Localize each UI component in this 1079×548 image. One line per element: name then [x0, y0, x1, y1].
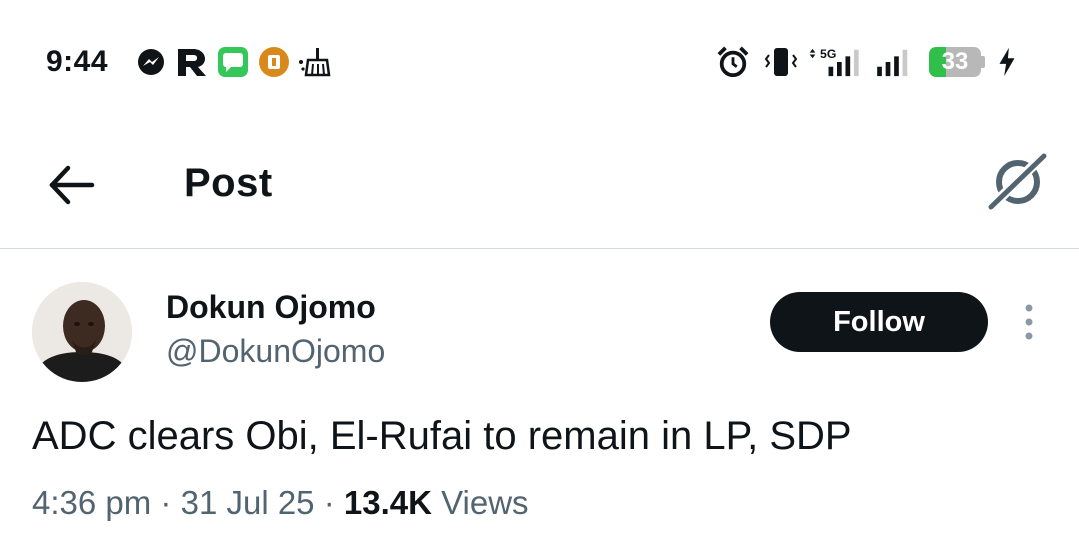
follow-button[interactable]: Follow — [770, 292, 988, 352]
status-time: 9:44 — [46, 45, 109, 78]
signal-icon — [877, 49, 908, 77]
status-bar: 9:44 5G 33 — [0, 0, 1079, 125]
author-handle[interactable]: @DokunOjomo — [166, 332, 385, 370]
battery-shell: 33 — [929, 47, 981, 77]
back-button[interactable] — [44, 155, 104, 215]
author-name[interactable]: Dokun Ojomo — [166, 288, 376, 326]
post-date[interactable]: 31 Jul 25 — [181, 484, 315, 521]
avatar[interactable] — [32, 282, 132, 382]
post-text: ADC clears Obi, El-Rufai to remain in LP… — [32, 414, 852, 458]
arrow-left-icon — [49, 165, 95, 205]
charging-icon — [999, 47, 1015, 77]
signal-5g-icon: 5G — [809, 47, 859, 77]
post-meta: 4:36 pm · 31 Jul 25 · 13.4K Views — [32, 482, 529, 524]
battery-nub — [981, 56, 985, 68]
post-time[interactable]: 4:36 pm — [32, 484, 151, 521]
grok-icon — [986, 151, 1048, 212]
page-title: Post — [184, 161, 273, 205]
vibrate-icon — [764, 48, 798, 76]
messages-icon — [218, 47, 248, 77]
r-app-icon — [178, 49, 206, 76]
views-label[interactable]: Views — [441, 484, 528, 521]
views-count[interactable]: 13.4K — [344, 484, 432, 521]
grok-button[interactable] — [982, 147, 1052, 217]
battery-text: 33 — [941, 48, 969, 75]
cleaner-icon — [299, 48, 331, 77]
honey-app-icon — [259, 47, 289, 77]
app-header: Post — [0, 125, 1079, 249]
alarm-icon — [717, 46, 749, 78]
meta-separator: · — [160, 484, 172, 521]
more-button[interactable] — [1012, 302, 1046, 344]
more-vertical-icon — [1025, 304, 1033, 340]
meta-separator: · — [323, 484, 335, 521]
messenger-icon — [138, 49, 164, 75]
avatar-photo — [32, 282, 132, 382]
battery-icon: 33 — [929, 47, 985, 77]
network-label: 5G — [820, 47, 836, 61]
